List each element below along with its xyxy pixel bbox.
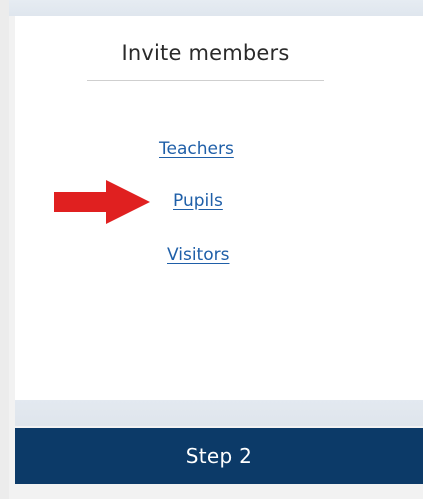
top-band	[9, 0, 423, 16]
invite-members-title: Invite members	[121, 41, 290, 65]
card-bottom-band	[15, 400, 423, 426]
step-bar: Step 2	[15, 428, 423, 484]
title-divider	[87, 80, 324, 81]
teachers-link[interactable]: Teachers	[159, 139, 234, 159]
step-label: Step 2	[185, 444, 253, 468]
red-right-arrow-icon	[54, 180, 150, 224]
pupils-link[interactable]: Pupils	[173, 191, 223, 211]
visitors-link[interactable]: Visitors	[167, 245, 229, 265]
